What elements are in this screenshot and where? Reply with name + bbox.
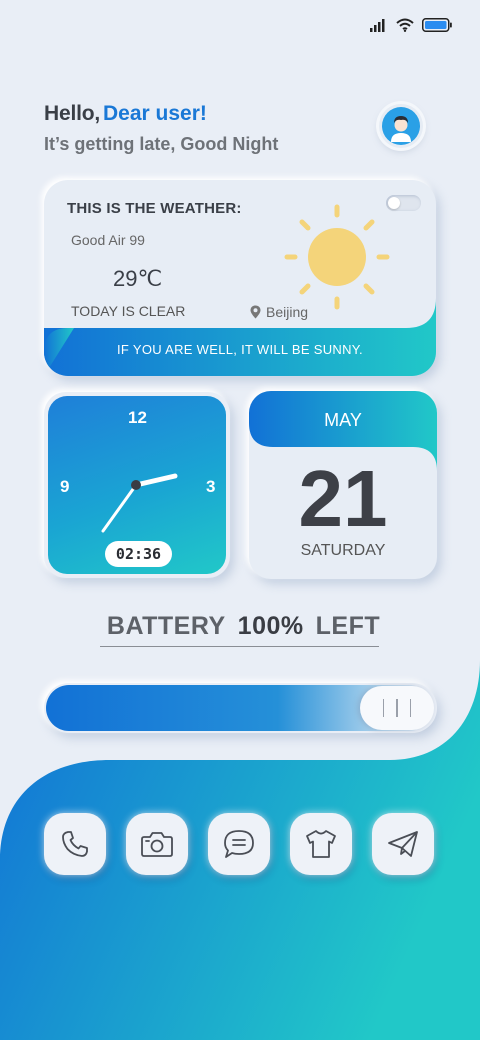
calendar-day: 21: [298, 454, 388, 543]
wardrobe-app-button[interactable]: [290, 813, 352, 875]
sun-icon: [284, 204, 390, 310]
digital-time: 02:36: [105, 541, 172, 567]
grip-line: [396, 699, 398, 717]
temperature: 29℃: [113, 266, 163, 291]
calendar-weekday: SATURDAY: [300, 542, 386, 559]
phone-icon: [62, 831, 88, 857]
calendar-widget[interactable]: MAY 21 SATURDAY: [249, 391, 437, 579]
battery-icon: [422, 18, 452, 32]
signal-bars-icon: [370, 19, 385, 32]
camera-icon: [141, 832, 173, 857]
weather-title: THIS IS THE WEATHER:: [67, 200, 242, 217]
grip-line: [382, 699, 385, 717]
wifi-icon: [396, 18, 414, 32]
battery-suffix: LEFT: [315, 612, 381, 640]
greeting-hello: Hello,: [44, 102, 100, 125]
shirt-icon: [306, 830, 336, 858]
message-app-button[interactable]: [208, 813, 270, 875]
location-pin-icon: [250, 305, 261, 319]
avatar[interactable]: [379, 104, 423, 148]
clock-face: 12 3 9 02:36: [48, 396, 226, 574]
battery-percent: 100%: [237, 612, 304, 640]
app-dock: [44, 813, 436, 877]
slider-thumb[interactable]: [360, 686, 434, 730]
grip-line: [409, 699, 412, 717]
phone-app-button[interactable]: [44, 813, 106, 875]
greeting: Hello, Dear user! It’s getting late, Good…: [44, 102, 278, 155]
message-icon: [224, 830, 254, 858]
weather-banner-text: IF YOU ARE WELL, IT WILL BE SUNNY.: [117, 342, 363, 357]
send-icon: [388, 831, 418, 857]
clock-widget[interactable]: 12 3 9 02:36: [44, 392, 230, 578]
air-quality: Good Air 99: [71, 232, 145, 248]
home-screen: Hello, Dear user! It’s getting late, Good…: [0, 0, 480, 1040]
brightness-slider[interactable]: [44, 683, 437, 733]
calendar-month: MAY: [324, 410, 362, 430]
status-bar: [370, 18, 452, 32]
greeting-subtitle: It’s getting late, Good Night: [44, 134, 279, 154]
weather-card[interactable]: THIS IS THE WEATHER: Good Air 99 29℃ TOD…: [44, 180, 436, 376]
camera-app-button[interactable]: [126, 813, 188, 875]
send-app-button[interactable]: [372, 813, 434, 875]
battery-readout: BATTERY 100% LEFT: [100, 612, 381, 647]
battery-underline: [100, 646, 379, 647]
battery-label: BATTERY: [106, 612, 226, 640]
user-avatar-icon: [382, 107, 420, 145]
weather-condition: TODAY IS CLEAR: [71, 303, 186, 319]
greeting-user: Dear user!: [102, 102, 207, 125]
